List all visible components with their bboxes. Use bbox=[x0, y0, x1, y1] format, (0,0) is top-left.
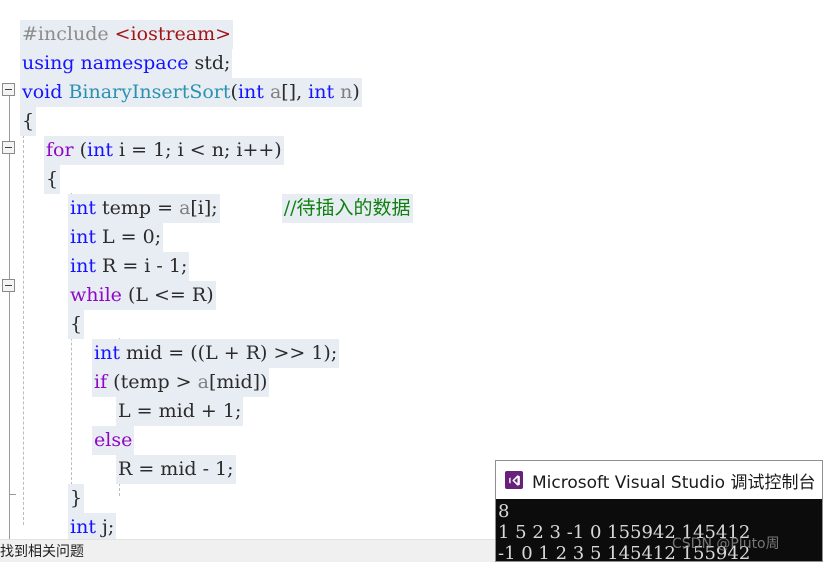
code-token: <iostream> bbox=[114, 23, 232, 45]
code-comment: //待插入的数据 bbox=[281, 194, 413, 223]
code-line-text: { bbox=[68, 310, 85, 339]
code-line-text: void BinaryInsertSort(int a[], int n) bbox=[20, 78, 362, 107]
code-token: int bbox=[94, 342, 126, 364]
code-token: void bbox=[22, 81, 69, 103]
vs-editor-screenshot: #include <iostream> using namespace std; v… bbox=[0, 0, 823, 562]
code-line-text: { bbox=[44, 165, 61, 194]
code-token: < bbox=[189, 139, 206, 161]
code-token: { bbox=[22, 110, 35, 132]
code-line[interactable]: if (temp > a[mid]) bbox=[0, 368, 823, 397]
code-token: [mid]) bbox=[208, 371, 268, 393]
code-token: std; bbox=[194, 52, 231, 74]
code-token: ( bbox=[230, 81, 238, 103]
code-token: R = mid - 1; bbox=[118, 458, 234, 480]
code-token: n bbox=[340, 81, 353, 103]
code-token: int bbox=[70, 255, 102, 277]
console-title-bar[interactable]: Microsoft Visual Studio 调试控制台 bbox=[496, 461, 822, 499]
code-line-text: int R = i - 1; bbox=[68, 252, 190, 281]
code-line[interactable]: int temp = a[i]; //待插入的数据 bbox=[0, 194, 823, 223]
code-line-text: { bbox=[20, 107, 37, 136]
console-output-line: -1 0 1 2 3 5 145412 155942 bbox=[498, 543, 751, 562]
code-line[interactable]: void BinaryInsertSort(int a[], int n) bbox=[0, 78, 823, 107]
code-token: mid = ((L + R) >> 1); bbox=[126, 342, 338, 364]
code-token: int bbox=[70, 226, 102, 248]
code-line[interactable]: { bbox=[0, 107, 823, 136]
code-line-text: int j; bbox=[68, 513, 117, 540]
console-output-line: 8 bbox=[498, 501, 510, 522]
code-line[interactable]: int L = 0; bbox=[0, 223, 823, 252]
code-token: [i]; bbox=[190, 197, 218, 219]
code-token: { bbox=[46, 168, 59, 190]
code-editor-pane[interactable]: #include <iostream> using namespace std; v… bbox=[0, 0, 823, 540]
code-token: { bbox=[70, 313, 83, 335]
code-token: int bbox=[237, 81, 270, 103]
code-line-text: int mid = ((L + R) >> 1); bbox=[92, 339, 340, 368]
code-token: i = 1; i bbox=[119, 139, 190, 161]
code-token: else bbox=[94, 429, 133, 451]
code-token: n; i++) bbox=[205, 139, 282, 161]
code-line[interactable]: { bbox=[0, 165, 823, 194]
code-line[interactable]: for (int i = 1; i < n; i++) bbox=[0, 136, 823, 165]
code-line[interactable]: #include <iostream> bbox=[0, 20, 823, 49]
code-token: a bbox=[269, 81, 282, 103]
code-token: #include bbox=[22, 23, 115, 45]
code-token: int bbox=[70, 516, 102, 538]
code-token: while bbox=[70, 284, 128, 306]
code-token: temp = bbox=[102, 197, 180, 219]
code-token: using namespace bbox=[22, 52, 195, 74]
code-token: ) bbox=[352, 81, 360, 103]
code-token: if bbox=[94, 371, 114, 393]
code-line[interactable]: else bbox=[0, 426, 823, 455]
status-bar-text: 找到相关问题 bbox=[0, 544, 84, 560]
code-line-text: using namespace std; bbox=[20, 49, 233, 78]
console-output: 81 5 2 3 -1 0 155942 145412 -1 0 1 2 3 5 … bbox=[496, 499, 822, 562]
code-line-text: for (int i = 1; i < n; i++) bbox=[44, 136, 284, 165]
code-line-text: #include <iostream> bbox=[20, 20, 234, 49]
code-token: L = mid + 1; bbox=[118, 400, 242, 422]
console-output-line: 1 5 2 3 -1 0 155942 145412 bbox=[498, 522, 751, 543]
code-token: a bbox=[197, 371, 209, 393]
console-title-text: Microsoft Visual Studio 调试控制台 bbox=[532, 472, 816, 493]
code-line-text: } bbox=[68, 484, 85, 513]
code-comment-text: //待插入的数据 bbox=[283, 197, 411, 219]
code-line-text: if (temp > a[mid]) bbox=[92, 368, 270, 397]
code-token: int bbox=[70, 197, 102, 219]
code-line-text: int temp = a[i]; bbox=[68, 194, 220, 223]
code-token: a bbox=[179, 197, 191, 219]
code-token: L = 0; bbox=[102, 226, 162, 248]
code-token: [], bbox=[281, 81, 309, 103]
code-line-text: R = mid - 1; bbox=[116, 455, 236, 484]
code-token: int bbox=[87, 139, 120, 161]
code-line-text: while (L <= R) bbox=[68, 281, 216, 310]
code-token: j; bbox=[102, 516, 115, 538]
code-token: int bbox=[308, 81, 341, 103]
code-line-text: L = mid + 1; bbox=[116, 397, 244, 426]
code-token: ( bbox=[79, 139, 88, 161]
code-line[interactable]: int R = i - 1; bbox=[0, 252, 823, 281]
code-token: R = i - 1; bbox=[102, 255, 188, 277]
code-line-text: int L = 0; bbox=[68, 223, 164, 252]
debug-console-window[interactable]: Microsoft Visual Studio 调试控制台 81 5 2 3 -… bbox=[495, 460, 823, 562]
code-token: } bbox=[70, 487, 83, 509]
code-token: (temp > bbox=[113, 371, 198, 393]
code-line[interactable]: int mid = ((L + R) >> 1); bbox=[0, 339, 823, 368]
code-line[interactable]: L = mid + 1; bbox=[0, 397, 823, 426]
code-line[interactable]: { bbox=[0, 310, 823, 339]
visual-studio-icon bbox=[505, 471, 523, 489]
code-token: for bbox=[46, 139, 80, 161]
code-line[interactable]: while (L <= R) bbox=[0, 281, 823, 310]
code-token: BinaryInsertSort bbox=[68, 81, 231, 103]
code-line-text: else bbox=[92, 426, 135, 455]
code-token: (L <= R) bbox=[127, 284, 214, 306]
code-line[interactable]: using namespace std; bbox=[0, 49, 823, 78]
